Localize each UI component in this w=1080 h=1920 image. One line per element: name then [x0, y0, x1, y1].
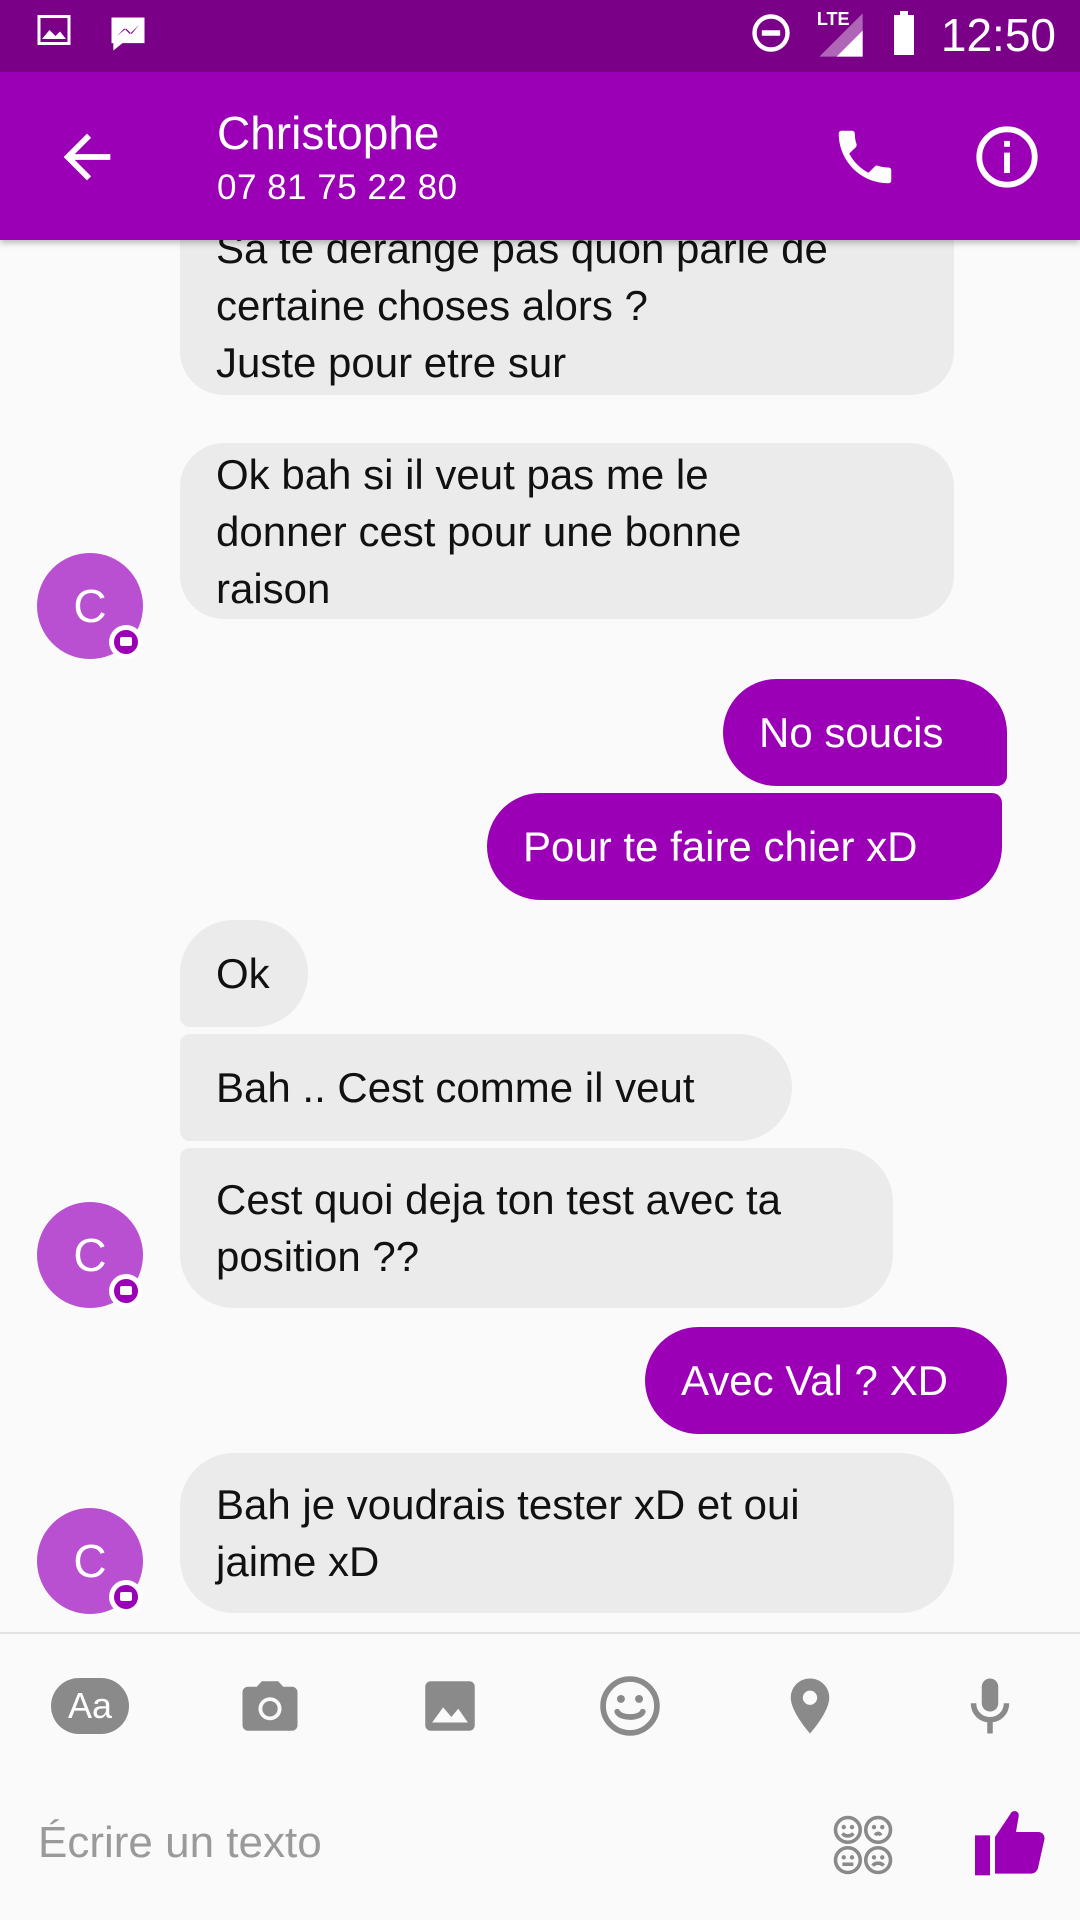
- phone-icon: [838, 130, 892, 184]
- text-format-icon: Aa: [51, 1678, 129, 1734]
- message-bubble[interactable]: Bah .. Cest comme il veut: [180, 1034, 792, 1141]
- battery-icon: [889, 9, 919, 62]
- emoji-button[interactable]: [590, 1668, 670, 1744]
- composer: [0, 1772, 1080, 1920]
- avatar-initial: C: [73, 1535, 107, 1587]
- microphone-icon: [970, 1678, 1010, 1734]
- camera-icon: [242, 1681, 298, 1731]
- message-bubble[interactable]: Avec Val ? XD: [645, 1327, 1007, 1434]
- avatar-initial: C: [73, 580, 107, 632]
- microphone-button[interactable]: [950, 1668, 1030, 1744]
- image-icon: [425, 1681, 475, 1731]
- messenger-badge-icon: [109, 1580, 143, 1614]
- gallery-icon: [36, 12, 72, 61]
- thumbs-up-icon: [975, 1811, 1045, 1876]
- location-button[interactable]: [770, 1668, 850, 1744]
- camera-button[interactable]: [230, 1668, 310, 1744]
- sticker-icon: [833, 1815, 893, 1875]
- message-bubble[interactable]: Pour te faire chier xD: [487, 793, 1002, 900]
- sticker-button[interactable]: [830, 1812, 896, 1878]
- status-bar: LTE 12:50: [0, 0, 1080, 72]
- location-icon: [790, 1678, 830, 1734]
- app-bar: Christophe 07 81 75 22 80: [0, 72, 1080, 240]
- back-arrow-icon: [63, 133, 111, 181]
- info-icon: [976, 126, 1038, 188]
- avatar[interactable]: C: [37, 1508, 143, 1614]
- emoji-icon: [600, 1676, 660, 1736]
- like-button[interactable]: [970, 1802, 1050, 1882]
- message-bubble[interactable]: Cest quoi deja ton test avec ta position…: [180, 1148, 893, 1308]
- back-button[interactable]: [52, 122, 122, 192]
- message-thread[interactable]: Sa te derange pas quon parle de certaine…: [0, 240, 1080, 1632]
- dnd-icon: [749, 11, 793, 60]
- message-bubble[interactable]: Sa te derange pas quon parle de certaine…: [180, 240, 954, 395]
- message-bubble[interactable]: Bah je voudrais tester xD et oui jaime x…: [180, 1453, 954, 1613]
- status-clock: 12:50: [940, 9, 1056, 61]
- message-input[interactable]: [36, 1802, 800, 1884]
- messenger-badge-icon: [109, 1274, 143, 1308]
- info-button[interactable]: [972, 122, 1042, 192]
- avatar[interactable]: C: [37, 1202, 143, 1308]
- avatar-initial: C: [73, 1229, 107, 1281]
- call-button[interactable]: [830, 122, 900, 192]
- message-bubble[interactable]: No soucis: [723, 679, 1007, 786]
- message-bubble[interactable]: Ok bah si il veut pas me le donner cest …: [180, 443, 954, 619]
- composer-toolbar: Aa: [0, 1634, 1080, 1772]
- messenger-icon: [106, 12, 150, 61]
- network-type: LTE: [816, 9, 850, 29]
- text-format-label: Aa: [67, 1685, 113, 1726]
- text-format-button[interactable]: Aa: [50, 1668, 130, 1744]
- signal-icon: LTE: [815, 9, 867, 61]
- contact-phone: 07 81 75 22 80: [217, 168, 458, 207]
- image-button[interactable]: [410, 1668, 490, 1744]
- message-bubble[interactable]: Ok: [180, 920, 308, 1027]
- messenger-badge-icon: [109, 625, 143, 659]
- contact-name[interactable]: Christophe: [217, 106, 439, 160]
- avatar[interactable]: C: [37, 553, 143, 659]
